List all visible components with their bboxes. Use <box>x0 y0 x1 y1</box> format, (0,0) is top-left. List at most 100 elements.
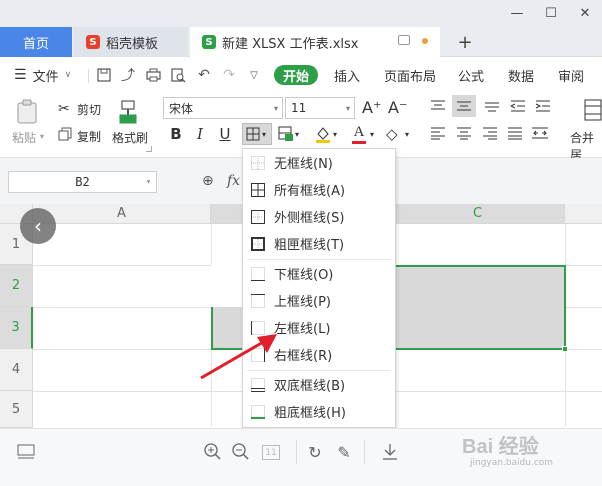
align-top-icon[interactable] <box>430 99 446 116</box>
monitor-icon[interactable] <box>398 35 410 45</box>
row-header-2[interactable]: 2 <box>0 265 33 307</box>
menu-page-layout[interactable]: 页面布局 <box>384 65 436 85</box>
font-name-select[interactable]: 宋体 ▾ <box>163 97 283 119</box>
format-painter-button[interactable]: 格式刷 <box>112 129 148 146</box>
page-indicator[interactable]: 11 <box>262 445 280 460</box>
menu-item-thick-bottom-border[interactable]: 粗底框线(H) <box>243 398 395 425</box>
menu-data[interactable]: 数据 <box>508 65 534 85</box>
column-header-d[interactable] <box>565 204 602 224</box>
paste-dropdown-icon[interactable]: ▾ <box>40 132 44 141</box>
align-middle-button[interactable] <box>452 95 476 117</box>
maximize-button[interactable]: ☐ <box>534 0 568 27</box>
outside-borders-icon <box>251 209 265 224</box>
divider <box>296 440 297 464</box>
menu-formula[interactable]: 公式 <box>458 65 484 85</box>
file-menu[interactable]: ☰ 文件 ∨ <box>14 65 71 85</box>
active-cell-b2[interactable] <box>211 265 243 307</box>
merge-center-icon <box>584 99 602 124</box>
zoom-out-icon[interactable] <box>231 442 251 462</box>
font-size-value: 11 <box>291 101 307 115</box>
tab-document[interactable]: S 新建 XLSX 工作表.xlsx <box>190 27 440 57</box>
copy-button[interactable]: 复制 <box>77 128 101 145</box>
row-header-3[interactable]: 3 <box>0 307 33 349</box>
decrease-font-button[interactable]: A⁻ <box>388 98 407 117</box>
no-border-icon <box>251 155 265 170</box>
paste-button[interactable]: 粘贴 <box>12 129 36 146</box>
column-header-c[interactable]: C <box>391 204 565 224</box>
print-icon[interactable] <box>143 65 163 85</box>
bold-button[interactable]: B <box>166 123 186 145</box>
menu-insert[interactable]: 插入 <box>334 65 360 85</box>
menu-review[interactable]: 审阅 <box>558 65 584 85</box>
name-box-value: B2 <box>75 175 90 189</box>
menu-start[interactable]: 开始 <box>274 65 318 85</box>
unsaved-dot-icon <box>422 38 428 44</box>
menu-item-outside-borders[interactable]: 外侧框线(S) <box>243 203 395 230</box>
name-box[interactable]: B2 ▾ <box>8 171 157 193</box>
increase-font-button[interactable]: A⁺ <box>362 98 381 117</box>
clipboard-launcher-icon[interactable] <box>146 146 152 152</box>
chevron-down-icon[interactable]: ▾ <box>370 130 374 139</box>
pencil-icon[interactable]: ✎ <box>334 442 354 462</box>
tab-template[interactable]: S 稻壳模板 <box>74 27 188 57</box>
fill-handle[interactable] <box>562 346 568 352</box>
menu-bar: ☰ 文件 ∨ ⤴ ↶ ↷ ▽ 开始 插入 页面布局 公式 数据 审阅 <box>0 57 602 93</box>
paste-icon[interactable] <box>16 99 40 125</box>
format-painter-icon <box>118 99 140 128</box>
undo-icon[interactable]: ↶ <box>194 65 214 85</box>
watermark-logo: Bai 经验 <box>462 436 539 458</box>
chevron-down-icon[interactable]: ▾ <box>405 130 409 139</box>
menu-item-label: 无框线(N) <box>274 157 333 172</box>
italic-button[interactable]: I <box>190 123 210 145</box>
download-icon[interactable] <box>380 442 400 462</box>
thick-bottom-border-icon <box>251 404 265 419</box>
menu-item-top-border[interactable]: 上框线(P) <box>243 287 395 314</box>
zoom-in-icon[interactable] <box>203 442 223 462</box>
zoom-in-icon[interactable]: ⊕ <box>202 173 214 189</box>
print-preview-icon[interactable] <box>168 65 188 85</box>
justify-icon[interactable] <box>507 126 523 143</box>
align-bottom-icon[interactable] <box>484 99 500 116</box>
fill-color-icon[interactable] <box>314 125 332 146</box>
font-size-select[interactable]: 11 ▾ <box>285 97 355 119</box>
chevron-down-icon[interactable]: ▾ <box>333 130 337 139</box>
add-tab-button[interactable]: + <box>455 27 475 57</box>
eraser-icon[interactable]: ◇ <box>386 125 398 143</box>
align-center-icon[interactable] <box>456 126 472 143</box>
menu-item-all-borders[interactable]: 所有框线(A) <box>243 176 395 203</box>
column-header-a[interactable]: A <box>33 204 211 224</box>
font-color-icon[interactable]: A <box>352 123 366 144</box>
title-bar: — ☐ ✕ <box>0 0 602 27</box>
decrease-indent-icon[interactable] <box>509 99 526 116</box>
menu-item-thick-box-border[interactable]: 粗匣框线(T) <box>243 230 395 257</box>
fx-icon[interactable]: fx <box>227 173 240 189</box>
rotate-icon[interactable]: ↻ <box>305 442 325 462</box>
layout-icon[interactable] <box>16 442 36 462</box>
menu-item-bottom-border[interactable]: 下框线(O) <box>243 260 395 287</box>
minimize-button[interactable]: — <box>500 0 534 27</box>
tab-home[interactable]: 首页 <box>0 27 72 57</box>
chevron-down-icon: ▾ <box>262 129 267 139</box>
redo-icon[interactable]: ↷ <box>219 65 239 85</box>
border-button[interactable]: ▾ <box>242 123 272 145</box>
row-header-4[interactable]: 4 <box>0 349 33 391</box>
increase-indent-icon[interactable] <box>535 99 551 116</box>
copy-icon <box>58 127 72 144</box>
distributed-align-icon[interactable] <box>531 126 549 143</box>
hamburger-icon: ☰ <box>14 67 27 83</box>
chevron-down-icon: ▾ <box>146 177 151 186</box>
cut-button[interactable]: 剪切 <box>77 101 101 118</box>
save-icon[interactable] <box>94 65 114 85</box>
underline-button[interactable]: U <box>215 123 235 145</box>
export-icon[interactable]: ⤴ <box>118 65 138 85</box>
scroll-left-button[interactable]: ‹ <box>20 208 56 244</box>
quick-access-dropdown-icon[interactable]: ▽ <box>244 65 264 85</box>
align-left-icon[interactable] <box>430 126 446 143</box>
row-header-5[interactable]: 5 <box>0 391 33 428</box>
align-right-icon[interactable] <box>482 126 498 143</box>
menu-item-no-border[interactable]: 无框线(N) <box>243 149 395 176</box>
chevron-down-icon[interactable]: ▾ <box>295 130 299 139</box>
menu-item-label: 外侧框线(S) <box>274 211 345 226</box>
close-button[interactable]: ✕ <box>568 0 602 27</box>
cell-style-icon[interactable] <box>278 126 294 145</box>
